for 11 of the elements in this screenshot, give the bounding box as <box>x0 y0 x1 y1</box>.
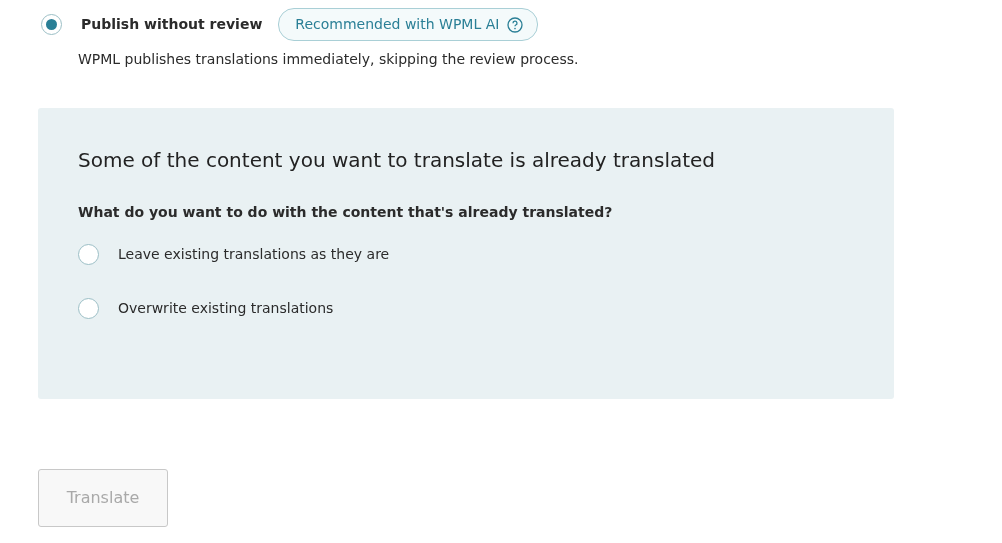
option-label: Overwrite existing translations <box>118 299 334 318</box>
radio-button[interactable] <box>78 244 99 265</box>
help-icon[interactable] <box>507 16 524 33</box>
badge-text: Recommended with WPML AI <box>295 15 500 34</box>
radio-button[interactable] <box>41 14 62 35</box>
question-text: What do you want to do with the content that's already translated? <box>78 203 614 222</box>
option-description: WPML publishes translations immediately, skipping the review process. <box>78 50 580 69</box>
panel-title: Some of the content you want to translate is already translated <box>78 148 717 172</box>
option-label: Leave existing translations as they are <box>118 245 390 264</box>
radio-button[interactable] <box>78 298 99 319</box>
option-label: Publish without review <box>81 15 263 34</box>
